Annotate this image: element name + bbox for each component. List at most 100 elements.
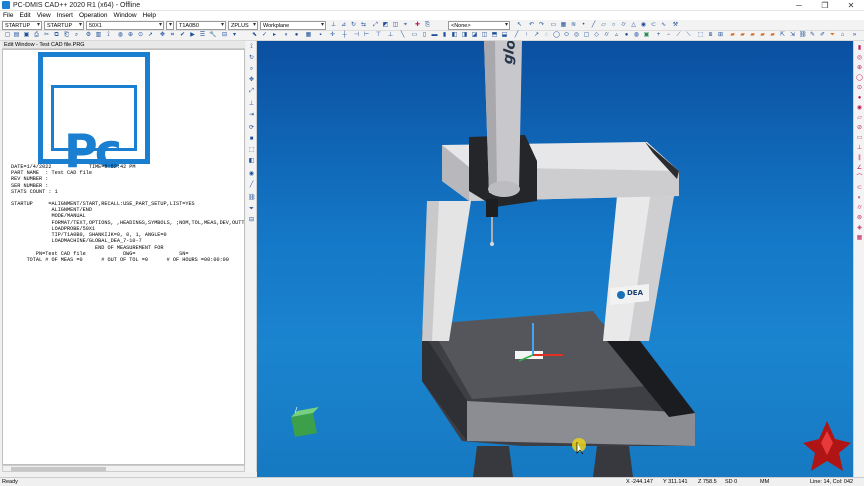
pointer-icon[interactable]: ↖ xyxy=(516,22,523,29)
axis-tool-icon[interactable]: ⊥ xyxy=(248,101,255,108)
box2-icon[interactable]: ▯ xyxy=(421,32,428,39)
box1-icon[interactable]: ▭ xyxy=(411,32,418,39)
zoom-tool-icon[interactable]: ⌕ xyxy=(248,66,255,73)
execute-icon[interactable]: ▶ xyxy=(189,32,196,39)
edge-icon[interactable]: ⟍ xyxy=(685,32,692,39)
plane-icon[interactable]: ▱ xyxy=(600,22,607,29)
report-icon[interactable]: ▥ xyxy=(95,32,102,39)
tag-icon[interactable]: ⌂ xyxy=(839,32,846,39)
probe-combo[interactable]: 50X1 xyxy=(86,20,164,30)
dim2-icon[interactable]: ⊢ xyxy=(363,32,370,39)
sphere-icon[interactable]: ◉ xyxy=(640,22,647,29)
red-tool-18-icon[interactable]: ⊚ xyxy=(856,215,863,222)
edit-window[interactable]: Pc DATE=1/4/2022 TIME=8:52:42 PM PART NA… xyxy=(2,49,245,465)
workplane-combo[interactable]: Workplane xyxy=(260,20,326,30)
alignment-combo[interactable]: STARTUP xyxy=(2,20,42,30)
clip-tool-icon[interactable]: ⊟ xyxy=(248,217,255,224)
menu-edit[interactable]: Edit xyxy=(19,12,30,19)
rotate-icon[interactable]: ↻ xyxy=(350,22,357,29)
diamond-icon[interactable]: ◇ xyxy=(593,32,600,39)
redo-icon[interactable]: ↷ xyxy=(538,22,545,29)
rotate-tool-icon[interactable]: ↻ xyxy=(248,55,255,62)
box8-icon[interactable]: ◫ xyxy=(481,32,488,39)
circle-icon[interactable]: ○ xyxy=(610,22,617,29)
menu-file[interactable]: File xyxy=(3,12,13,19)
snap-icon[interactable]: ⌗ xyxy=(169,32,176,39)
red-tool-1-icon[interactable]: ▮ xyxy=(856,45,863,52)
minimize-button[interactable]: ─ xyxy=(786,0,812,11)
red-tool-10-icon[interactable]: ▭ xyxy=(856,135,863,142)
probe-mode-icon[interactable]: ◐ xyxy=(283,32,290,39)
folder-icon[interactable]: ▰ xyxy=(729,32,736,39)
curve-icon[interactable]: ∿ xyxy=(660,22,667,29)
probe-icon[interactable]: ⟟ xyxy=(105,32,112,39)
ellipse-icon[interactable]: ⬭ xyxy=(563,32,570,39)
red-tool-19-icon[interactable]: ◈ xyxy=(856,225,863,232)
feature-icon[interactable]: ✛ xyxy=(329,32,336,39)
undo-icon[interactable]: ↶ xyxy=(528,22,535,29)
point-icon[interactable]: • xyxy=(580,22,587,29)
recall-icon[interactable]: ⎘ xyxy=(424,22,431,29)
dim4-icon[interactable]: ⊥ xyxy=(387,32,394,39)
slash-icon[interactable]: ╱ xyxy=(513,32,520,39)
cut-icon[interactable]: ✂ xyxy=(43,32,50,39)
cycle-tool-icon[interactable]: ⟳ xyxy=(248,125,255,132)
red-tool-8-icon[interactable]: ▱ xyxy=(856,115,863,122)
red-tool-7-icon[interactable]: ◉ xyxy=(856,105,863,112)
move-tool-icon[interactable]: ⇥ xyxy=(248,112,255,119)
dim3-icon[interactable]: ⊤ xyxy=(375,32,382,39)
program-line[interactable]: LOADMACHINE/GLOBAL_DEA_7-10-7 xyxy=(11,238,141,244)
arrow-up-icon[interactable]: ↑ xyxy=(523,32,530,39)
pin-icon[interactable]: ┼ xyxy=(341,32,348,39)
tools-icon[interactable]: ⚒ xyxy=(672,22,679,29)
camera-icon[interactable]: ▪ xyxy=(317,32,324,39)
box3-icon[interactable]: ▬ xyxy=(431,32,438,39)
more-icon[interactable]: » xyxy=(851,32,858,39)
dropdown-icon[interactable]: ▾ xyxy=(231,32,238,39)
fit-icon[interactable]: ⤢ xyxy=(372,22,379,29)
dim1-icon[interactable]: ⊣ xyxy=(353,32,360,39)
box9-icon[interactable]: ⬒ xyxy=(491,32,498,39)
rect-icon[interactable]: ▢ xyxy=(583,32,590,39)
diag-icon[interactable]: ╲ xyxy=(399,32,406,39)
probe-extra-combo[interactable] xyxy=(166,20,174,30)
filter-icon[interactable]: ⏷ xyxy=(829,32,836,39)
check-icon[interactable]: ✔ xyxy=(179,32,186,39)
red-tool-14-icon[interactable]: ⌒ xyxy=(856,175,863,182)
cone2-icon[interactable]: ▵ xyxy=(613,32,620,39)
shade-icon[interactable]: ◩ xyxy=(382,22,389,29)
plus-icon[interactable]: + xyxy=(655,32,662,39)
wire-tool-icon[interactable]: ⬚ xyxy=(248,147,255,154)
link-tool-icon[interactable]: ⛓ xyxy=(248,195,256,202)
layer-icon[interactable]: ☰ xyxy=(199,32,206,39)
torus-icon[interactable]: ◍ xyxy=(633,32,640,39)
play-icon[interactable]: ▸ xyxy=(271,32,278,39)
red-tool-9-icon[interactable]: ⊘ xyxy=(856,125,863,132)
folder4-icon[interactable]: ▰ xyxy=(759,32,766,39)
link-icon[interactable]: ⛓ xyxy=(799,32,807,39)
cad-pointer-icon[interactable]: ⬉ xyxy=(251,32,258,39)
dot-icon[interactable]: ● xyxy=(293,32,300,39)
box6-icon[interactable]: ◨ xyxy=(461,32,468,39)
box4-icon[interactable]: ▮ xyxy=(441,32,448,39)
settings-icon[interactable]: ⚙ xyxy=(85,32,92,39)
menu-help[interactable]: Help xyxy=(143,12,156,19)
check2-icon[interactable]: ✓ xyxy=(261,32,268,39)
move-icon[interactable]: ✥ xyxy=(159,32,166,39)
ring-icon[interactable]: ◎ xyxy=(573,32,580,39)
red-tool-12-icon[interactable]: ∥ xyxy=(856,155,863,162)
red-tool-11-icon[interactable]: ⊥ xyxy=(856,145,863,152)
marked-icon[interactable]: ✚ xyxy=(414,22,421,29)
maximize-button[interactable]: ❐ xyxy=(812,0,838,11)
cone-icon[interactable]: △ xyxy=(630,22,637,29)
find-icon[interactable]: ⌕ xyxy=(73,32,80,39)
save-icon[interactable]: ▣ xyxy=(23,32,30,39)
circle2-icon[interactable]: ◌ xyxy=(543,32,550,39)
folder2-icon[interactable]: ▰ xyxy=(739,32,746,39)
clearance-combo[interactable]: <None> xyxy=(448,20,510,30)
menu-window[interactable]: Window xyxy=(113,12,136,19)
red-tool-6-icon[interactable]: ● xyxy=(856,95,863,102)
line-tool-icon[interactable]: ╱ xyxy=(248,182,255,189)
probe-tool-icon[interactable]: ⟟ xyxy=(248,44,255,51)
solid-tool-icon[interactable]: ■ xyxy=(248,136,255,143)
